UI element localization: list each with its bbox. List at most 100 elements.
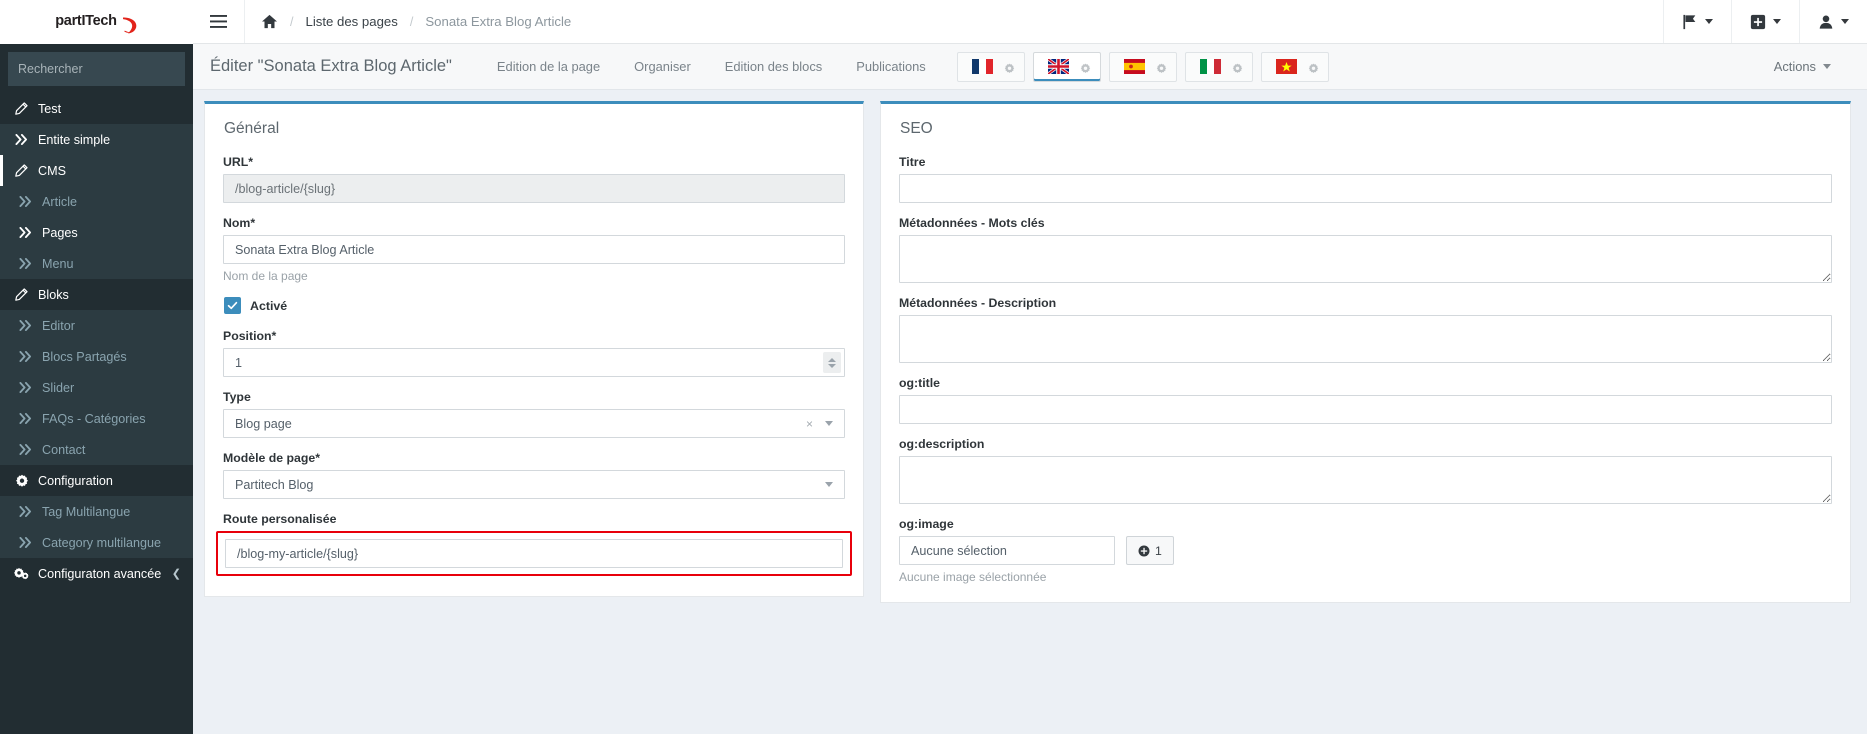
content-body: Général URL* Nom* Nom de la page	[193, 90, 1867, 734]
stepper-down-icon[interactable]	[828, 363, 836, 368]
locale-button-es[interactable]	[1108, 51, 1177, 82]
sidebar-item-article[interactable]: Article	[0, 186, 193, 217]
sidebar-item-label: Contact	[42, 442, 86, 457]
user-dropdown[interactable]	[1799, 0, 1867, 43]
sidebar-item-contact[interactable]: Contact	[0, 434, 193, 465]
sidebar-item-label: Menu	[42, 256, 74, 271]
plus-square-icon	[1750, 14, 1766, 29]
sidebar-toggle-button[interactable]	[193, 0, 245, 43]
flag-uk-icon	[1047, 59, 1069, 74]
locale-settings-icon-en[interactable]	[1080, 61, 1091, 73]
sidebar-item-entite-simple[interactable]: Entite simple	[0, 124, 193, 155]
chevron-double-right-icon-wrap	[18, 227, 33, 238]
tab-bar: Edition de la page Organiser Edition des b…	[480, 59, 943, 74]
locale-switcher	[956, 51, 1329, 82]
tab-organiser[interactable]: Organiser	[617, 59, 708, 74]
language-dropdown[interactable]	[1663, 0, 1731, 43]
sidebar-item-faqs-cat-gories[interactable]: FAQs - Catégories	[0, 403, 193, 434]
tab-edition-des-blocs[interactable]: Edition des blocs	[708, 59, 839, 74]
sidebar-item-cms[interactable]: CMS	[0, 155, 193, 186]
type-clear-icon[interactable]: ×	[806, 418, 813, 430]
route-highlight-box	[216, 531, 852, 576]
sidebar-item-label: Test	[38, 101, 62, 116]
stepper-up-icon[interactable]	[828, 357, 836, 362]
route-input[interactable]	[225, 539, 843, 568]
pencil-icon-wrap	[14, 164, 29, 177]
chevron-double-right-icon	[19, 258, 31, 269]
sidebar-search-wrap	[0, 44, 193, 93]
app-root: partITech Test Entite simple CMS Article Pag…	[0, 0, 1867, 734]
search-input[interactable]	[18, 62, 179, 76]
field-type: Type Blog page ×	[223, 390, 845, 438]
position-stepper[interactable]	[823, 352, 841, 373]
tab-publications[interactable]: Publications	[839, 59, 943, 74]
chevron-down-icon	[825, 421, 833, 426]
sidebar-item-test[interactable]: Test	[0, 93, 193, 124]
seo-card-title: SEO	[900, 120, 933, 137]
pencil-icon	[15, 102, 28, 115]
locale-settings-icon-es[interactable]	[1156, 61, 1167, 73]
sidebar-item-label: Bloks	[38, 287, 69, 302]
active-label: Activé	[250, 298, 288, 313]
brand-logo[interactable]: partITech	[0, 0, 193, 44]
sidebar-item-menu[interactable]: Menu	[0, 248, 193, 279]
sidebar-item-configuration[interactable]: Configuration	[0, 465, 193, 496]
tab-edition-de-la-page[interactable]: Edition de la page	[480, 59, 617, 74]
general-column: Général URL* Nom* Nom de la page	[204, 101, 880, 734]
breadcrumb-link-pages[interactable]: Liste des pages	[305, 14, 397, 29]
breadcrumb: / Liste des pages / Sonata Extra Blog Ar…	[245, 0, 587, 43]
chevron-down-icon	[1773, 19, 1781, 24]
sidebar-item-category-multilangue[interactable]: Category multilangue	[0, 527, 193, 558]
locale-settings-icon-fr[interactable]	[1004, 61, 1015, 73]
navbar-right	[1663, 0, 1867, 43]
og-image-input[interactable]	[899, 536, 1115, 565]
sidebar-item-configuraton-avanc-e[interactable]: Configuraton avancée ❮	[0, 558, 193, 589]
modele-select[interactable]: Partitech Blog	[223, 470, 845, 499]
chevron-left-icon[interactable]: ❮	[172, 567, 181, 580]
check-icon	[227, 301, 238, 310]
type-select[interactable]: Blog page ×	[223, 409, 845, 438]
seo-card: SEO Titre Métadonnées - Mots clés Métadonn…	[880, 101, 1851, 603]
sidebar-item-content: CMS	[14, 164, 66, 178]
sidebar-item-bloks[interactable]: Bloks	[0, 279, 193, 310]
url-input[interactable]	[223, 174, 845, 203]
locale-settings-icon-it[interactable]	[1232, 61, 1243, 73]
locale-button-it[interactable]	[1184, 51, 1253, 82]
chevron-double-right-icon	[19, 227, 31, 238]
flag-vietnam-icon	[1275, 59, 1297, 74]
nom-input[interactable]	[223, 235, 845, 264]
gears-icon	[14, 568, 29, 580]
locale-button-en[interactable]	[1032, 51, 1101, 82]
sidebar-item-blocs-partag-s[interactable]: Blocs Partagés	[0, 341, 193, 372]
og-description-textarea[interactable]	[899, 456, 1832, 504]
m-tadonn-es-mots-cl-s-textarea[interactable]	[899, 235, 1832, 283]
chevron-double-right-icon-wrap	[18, 320, 33, 331]
pencil-icon-wrap	[14, 288, 29, 301]
sidebar-item-editor[interactable]: Editor	[0, 310, 193, 341]
locale-button-vi[interactable]	[1260, 51, 1329, 82]
og-image-help-text: Aucune image sélectionnée	[899, 570, 1047, 584]
locale-button-fr[interactable]	[956, 51, 1025, 82]
og-image-browse-button[interactable]: 1	[1126, 536, 1174, 565]
search-box[interactable]	[8, 52, 185, 86]
home-icon[interactable]	[261, 14, 278, 29]
sidebar-item-pages[interactable]: Pages	[0, 217, 193, 248]
modele-select-value: Partitech Blog	[235, 477, 314, 492]
add-dropdown[interactable]	[1731, 0, 1799, 43]
seo-fields: Titre Métadonnées - Mots clés Métadonnées …	[899, 155, 1832, 504]
sidebar-item-label: Category multilangue	[42, 535, 162, 550]
chevron-double-right-icon	[15, 134, 28, 145]
og-title-input[interactable]	[899, 395, 1832, 424]
field-titre: Titre	[899, 155, 1832, 203]
sidebar-item-slider[interactable]: Slider	[0, 372, 193, 403]
actions-dropdown[interactable]: Actions	[1774, 59, 1853, 74]
position-input[interactable]	[223, 348, 845, 377]
titre-input[interactable]	[899, 174, 1832, 203]
active-checkbox[interactable]	[224, 297, 241, 314]
m-tadonn-es-description-textarea[interactable]	[899, 315, 1832, 363]
sidebar-item-tag-multilangue[interactable]: Tag Multilangue	[0, 496, 193, 527]
locale-settings-icon-vi[interactable]	[1308, 61, 1319, 73]
pencil-icon-wrap	[14, 102, 29, 115]
field-active[interactable]: Activé	[224, 297, 845, 314]
position-label: Position*	[223, 329, 277, 343]
